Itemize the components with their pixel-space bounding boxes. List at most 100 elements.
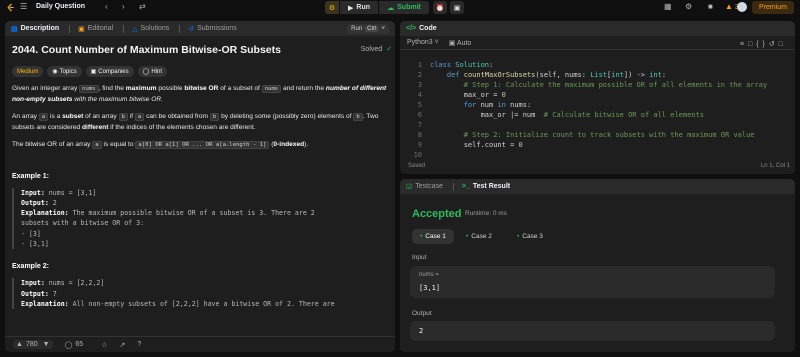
output-label: Output	[412, 310, 432, 317]
language-select[interactable]: Python3 ˅	[407, 39, 439, 46]
editor-actions: ≡□{}↺□	[740, 40, 787, 48]
input-var-name: nums =	[419, 272, 439, 278]
next-problem-icon[interactable]: ›	[122, 2, 125, 12]
hint-chip[interactable]: ◯ Hint	[137, 66, 168, 77]
tab-code[interactable]: </> Code	[406, 25, 437, 32]
tab-testcase[interactable]: ☑ Testcase	[406, 183, 443, 191]
settings-gear-icon[interactable]: ⚙	[685, 2, 692, 12]
bookmark-icon[interactable]: □	[748, 41, 756, 48]
tab-divider	[69, 24, 71, 33]
problem-list-icon[interactable]: ☰	[20, 2, 27, 12]
tab-solutions[interactable]: △ Solutions	[132, 25, 169, 33]
code-line: max_or = 0	[430, 91, 506, 99]
input-label: Input	[412, 254, 427, 261]
tab-submissions[interactable]: ↺ Submissions	[188, 25, 237, 33]
fullscreen-icon[interactable]: □	[779, 41, 787, 48]
code-header: </> Code	[400, 21, 795, 36]
like-button[interactable]: ▲ 780 ▼	[13, 340, 53, 349]
example-2-heading: Example 2:	[12, 263, 49, 271]
shuffle-icon[interactable]: ⇄	[139, 2, 146, 12]
line-number: 7	[417, 121, 422, 129]
tab-divider	[123, 24, 125, 33]
pass-dot-icon: •	[466, 233, 469, 240]
timer-button[interactable]: ⏰	[433, 1, 447, 14]
autosave-toggle[interactable]: ▣ Auto	[449, 39, 472, 47]
layout-grid-icon[interactable]: ▦	[664, 2, 672, 12]
alarm-icon: ⏰	[435, 4, 445, 12]
line-number: 3	[417, 81, 422, 89]
companies-chip[interactable]: ▣ Companies	[85, 66, 134, 77]
check-circle-icon: ✓	[386, 46, 392, 53]
line-number: 9	[417, 141, 422, 149]
input-value-box: nums = [3,1]	[410, 266, 775, 298]
reset-icon[interactable]: ↺	[769, 41, 779, 48]
avatar[interactable]	[737, 2, 747, 12]
book-icon: ▣	[78, 25, 85, 33]
comment-icon: ◯	[64, 341, 73, 349]
cursor-position: Ln 1, Col 1	[760, 163, 790, 169]
code-toolbar: Python3 ˅ ▣ Auto ≡□{}↺□	[400, 36, 795, 50]
prev-problem-icon[interactable]: ‹	[105, 2, 108, 12]
example-1-block: Input: nums = [3,1] Output: 2 Explanatio…	[12, 187, 392, 250]
help-icon[interactable]: ?	[137, 341, 141, 348]
case-tab-2[interactable]: • Case 2	[458, 229, 500, 244]
braces-icon[interactable]: {}	[756, 41, 769, 48]
notes-button[interactable]: ▣	[450, 1, 464, 14]
case-tab-1[interactable]: • Case 1	[412, 229, 454, 244]
problem-title[interactable]: 2044. Count Number of Maximum Bitwise-OR…	[12, 44, 392, 56]
example-1-heading: Example 1:	[12, 172, 49, 180]
input-var-value: [3,1]	[419, 284, 441, 292]
topics-chip[interactable]: ◉ Topics	[47, 66, 82, 77]
cloud-upload-icon: ☁	[387, 4, 395, 12]
tab-description[interactable]: ▤ Description	[11, 25, 59, 33]
checkbox-icon: ☑	[406, 183, 413, 191]
output-value-box: 2	[410, 321, 775, 341]
lock-icon: ▣	[448, 39, 456, 47]
tab-divider	[452, 182, 454, 191]
invite-icon[interactable]: ■	[708, 2, 713, 12]
saved-status: Saved	[408, 163, 426, 169]
tab-editorial[interactable]: ▣ Editorial	[78, 25, 113, 33]
run-toolbar: ⚙ ▶ Run ☁ Submit ⏰ ▣	[325, 1, 464, 14]
case-tab-3[interactable]: • Case 3	[509, 229, 551, 244]
line-number: 4	[417, 91, 422, 99]
run-button[interactable]: ▶ Run	[340, 1, 378, 14]
chevron-down-icon: ˅	[381, 26, 385, 32]
format-icon[interactable]: ≡	[740, 41, 748, 48]
line-number: 6	[417, 111, 422, 119]
thumbs-up-icon: ▲	[16, 341, 23, 348]
tag-chips: Medium ◉ Topics ▣ Companies ◯ Hint	[12, 66, 392, 77]
flask-icon: △	[132, 25, 138, 33]
daily-question-title[interactable]: Daily Question	[36, 3, 85, 10]
document-icon: ▤	[11, 25, 18, 33]
code-line: self.count = 0	[430, 141, 523, 149]
tab-divider	[179, 24, 181, 33]
code-line: def countMaxOrSubsets(self, nums: List[i…	[446, 71, 667, 79]
code-line: class Solution:	[430, 61, 494, 69]
submit-button[interactable]: ☁ Submit	[379, 1, 429, 14]
chevron-down-icon: ˅	[434, 39, 439, 46]
statement-paragraph-1: Given an integer array nums, find the ma…	[12, 85, 387, 103]
lock-icon: ▣	[90, 69, 97, 75]
debug-button[interactable]: ⚙	[325, 1, 339, 14]
comments-button[interactable]: ◯ 65	[65, 341, 84, 349]
code-line: max_or |= num # Calculate bitwise OR of …	[430, 111, 704, 119]
example-2-block: Input: nums = [2,2,2] Output: 7 Explanat…	[12, 278, 392, 310]
history-icon: ↺	[188, 25, 195, 33]
share-icon[interactable]: ↗	[119, 341, 125, 349]
line-number: 1	[417, 61, 422, 69]
lightbulb-icon: ◯	[142, 69, 150, 75]
premium-button[interactable]: Premium	[752, 1, 794, 14]
tab-test-result[interactable]: >_ Test Result	[462, 183, 510, 190]
difficulty-badge[interactable]: Medium	[12, 66, 44, 77]
description-panel: ▤ Description ▣ Editorial △ Solutions ↺ …	[5, 21, 395, 352]
run-shortcut-hint[interactable]: Run Ctrl ˅	[347, 24, 389, 34]
star-icon[interactable]: ☆	[101, 341, 107, 349]
leetcode-logo-icon[interactable]	[6, 3, 15, 12]
code-line: # Step 1: Calculate the maximum possible…	[463, 81, 768, 89]
line-number: 8	[417, 131, 422, 139]
pass-dot-icon: •	[517, 233, 520, 240]
thumbs-down-icon[interactable]: ▼	[43, 341, 50, 348]
solved-status: Solved ✓	[360, 46, 392, 53]
